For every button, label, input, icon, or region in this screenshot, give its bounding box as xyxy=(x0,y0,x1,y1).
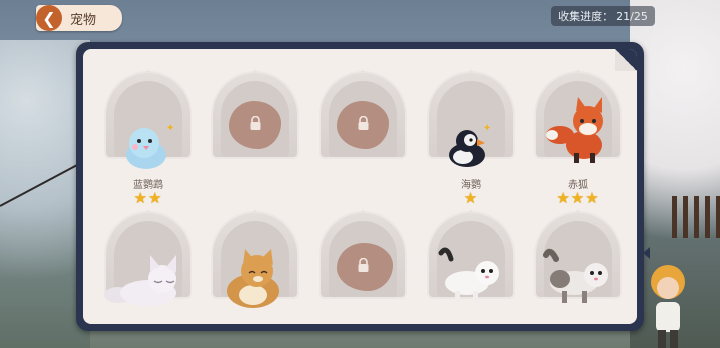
pet-stars: ★★★ xyxy=(556,189,600,207)
pet-card-arctic-fox[interactable]: ✦ xyxy=(104,208,192,321)
frame-ornament: ✦ xyxy=(359,208,367,218)
locked-silhouette xyxy=(229,101,281,149)
pet-panel: ✦ ✦ 蓝鹦鹉 ★★ ✦ ✦ ✦ ✦ 海鹦 ★ ✦ 赤狐 ★★★ ✦ ✦ ✦ ✦… xyxy=(76,42,650,331)
pet-card-orange-cat[interactable]: ✦ xyxy=(211,208,299,321)
sparkle-icon: ✦ xyxy=(166,123,175,134)
pet-card-red-fox[interactable]: ✦ 赤狐 ★★★ xyxy=(534,68,622,211)
back-tab[interactable]: ❮ 宠物 xyxy=(36,5,122,31)
orange-cat-icon xyxy=(227,249,279,308)
pet-card-locked[interactable]: ✦ xyxy=(319,68,407,211)
sparkle-icon: ✦ xyxy=(483,123,492,134)
progress-value: 21/25 xyxy=(616,9,648,23)
locked-silhouette xyxy=(337,243,393,291)
panel-side-arrow-icon[interactable] xyxy=(643,247,650,259)
lock-icon xyxy=(358,258,369,272)
page-title: 宠物 xyxy=(70,13,97,28)
back-arrow-icon[interactable]: ❮ xyxy=(36,5,62,31)
pet-card-white-ferret[interactable]: ✦ xyxy=(427,208,515,321)
pet-stars: ★ xyxy=(463,189,479,207)
lock-icon xyxy=(250,116,261,130)
blue-parrot-icon xyxy=(126,128,166,169)
locked-silhouette xyxy=(337,101,389,149)
progress-label: 收集进度： xyxy=(558,10,614,23)
pet-stars: ★★ xyxy=(133,189,163,207)
collection-progress: 收集进度： 21/25 xyxy=(551,6,655,26)
pet-grid: ✦ ✦ 蓝鹦鹉 ★★ ✦ ✦ ✦ ✦ 海鹦 ★ ✦ 赤狐 ★★★ ✦ ✦ ✦ ✦… xyxy=(83,49,637,324)
frame-ornament: ✦ xyxy=(251,68,259,78)
player-character-icon xyxy=(651,265,685,348)
arctic-fox-icon xyxy=(104,255,176,306)
lock-icon xyxy=(358,116,369,130)
frame-ornament: ✦ xyxy=(359,68,367,78)
white-ferret-icon xyxy=(438,247,499,303)
pet-card-locked[interactable]: ✦ xyxy=(319,208,407,321)
pet-card-locked[interactable]: ✦ xyxy=(211,68,299,211)
pet-panel-inner: ✦ ✦ 蓝鹦鹉 ★★ ✦ ✦ ✦ ✦ 海鹦 ★ ✦ 赤狐 ★★★ ✦ ✦ ✦ ✦… xyxy=(83,49,637,324)
puffin-icon xyxy=(449,130,485,167)
pet-card-gray-ferret[interactable]: ✦ xyxy=(534,208,622,321)
red-fox-icon xyxy=(546,97,603,163)
background-sign xyxy=(642,230,702,254)
pet-card-puffin[interactable]: ✦ ✦ 海鹦 ★ xyxy=(427,68,515,211)
gray-ferret-icon xyxy=(543,248,608,303)
pet-card-blue-parrot[interactable]: ✦ ✦ 蓝鹦鹉 ★★ xyxy=(104,68,192,211)
